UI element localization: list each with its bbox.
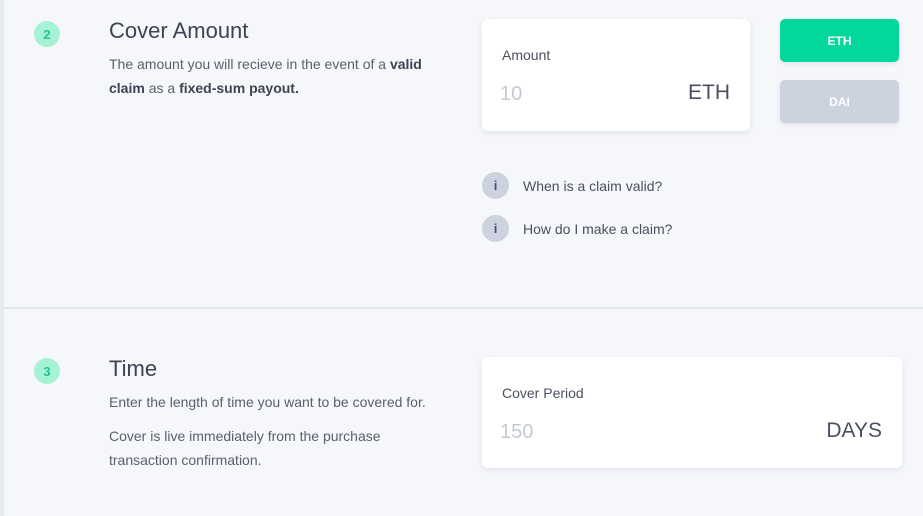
time-description-2: Cover is live immediately from the purch…	[109, 428, 381, 468]
info-icon: i	[482, 215, 509, 242]
step-badge-3: 3	[34, 358, 60, 384]
cover-period-label: Cover Period	[502, 385, 584, 401]
time-title: Time	[109, 356, 158, 381]
time-description-1: Enter the length of time you want to be …	[109, 394, 426, 410]
page: 2 Cover Amount The amount you will recie…	[0, 0, 923, 516]
cover-period-input[interactable]	[500, 417, 650, 447]
cover-amount-title: Cover Amount	[109, 18, 249, 43]
cover-period-card: Cover Period DAYS	[482, 357, 902, 468]
make-claim-link[interactable]: i How do I make a claim?	[482, 215, 672, 242]
step-badge-2: 2	[34, 21, 60, 47]
make-claim-text: How do I make a claim?	[523, 220, 673, 237]
info-icon: i	[482, 172, 509, 199]
claim-valid-link[interactable]: i When is a claim valid?	[482, 172, 662, 199]
amount-unit: ETH	[688, 81, 730, 104]
claim-valid-text: When is a claim valid?	[523, 177, 663, 194]
cover-amount-section: 2 Cover Amount The amount you will recie…	[4, 0, 923, 307]
amount-card: Amount ETH	[482, 19, 750, 131]
amount-input[interactable]	[500, 79, 650, 109]
cover-period-unit: DAYS	[826, 419, 882, 442]
time-section: 3 Time Enter the length of time you want…	[4, 309, 923, 516]
amount-label: Amount	[502, 47, 551, 63]
cover-amount-description: The amount you will recieve in the event…	[109, 56, 422, 96]
dai-button[interactable]: DAI	[780, 80, 899, 123]
eth-button[interactable]: ETH	[780, 19, 899, 62]
